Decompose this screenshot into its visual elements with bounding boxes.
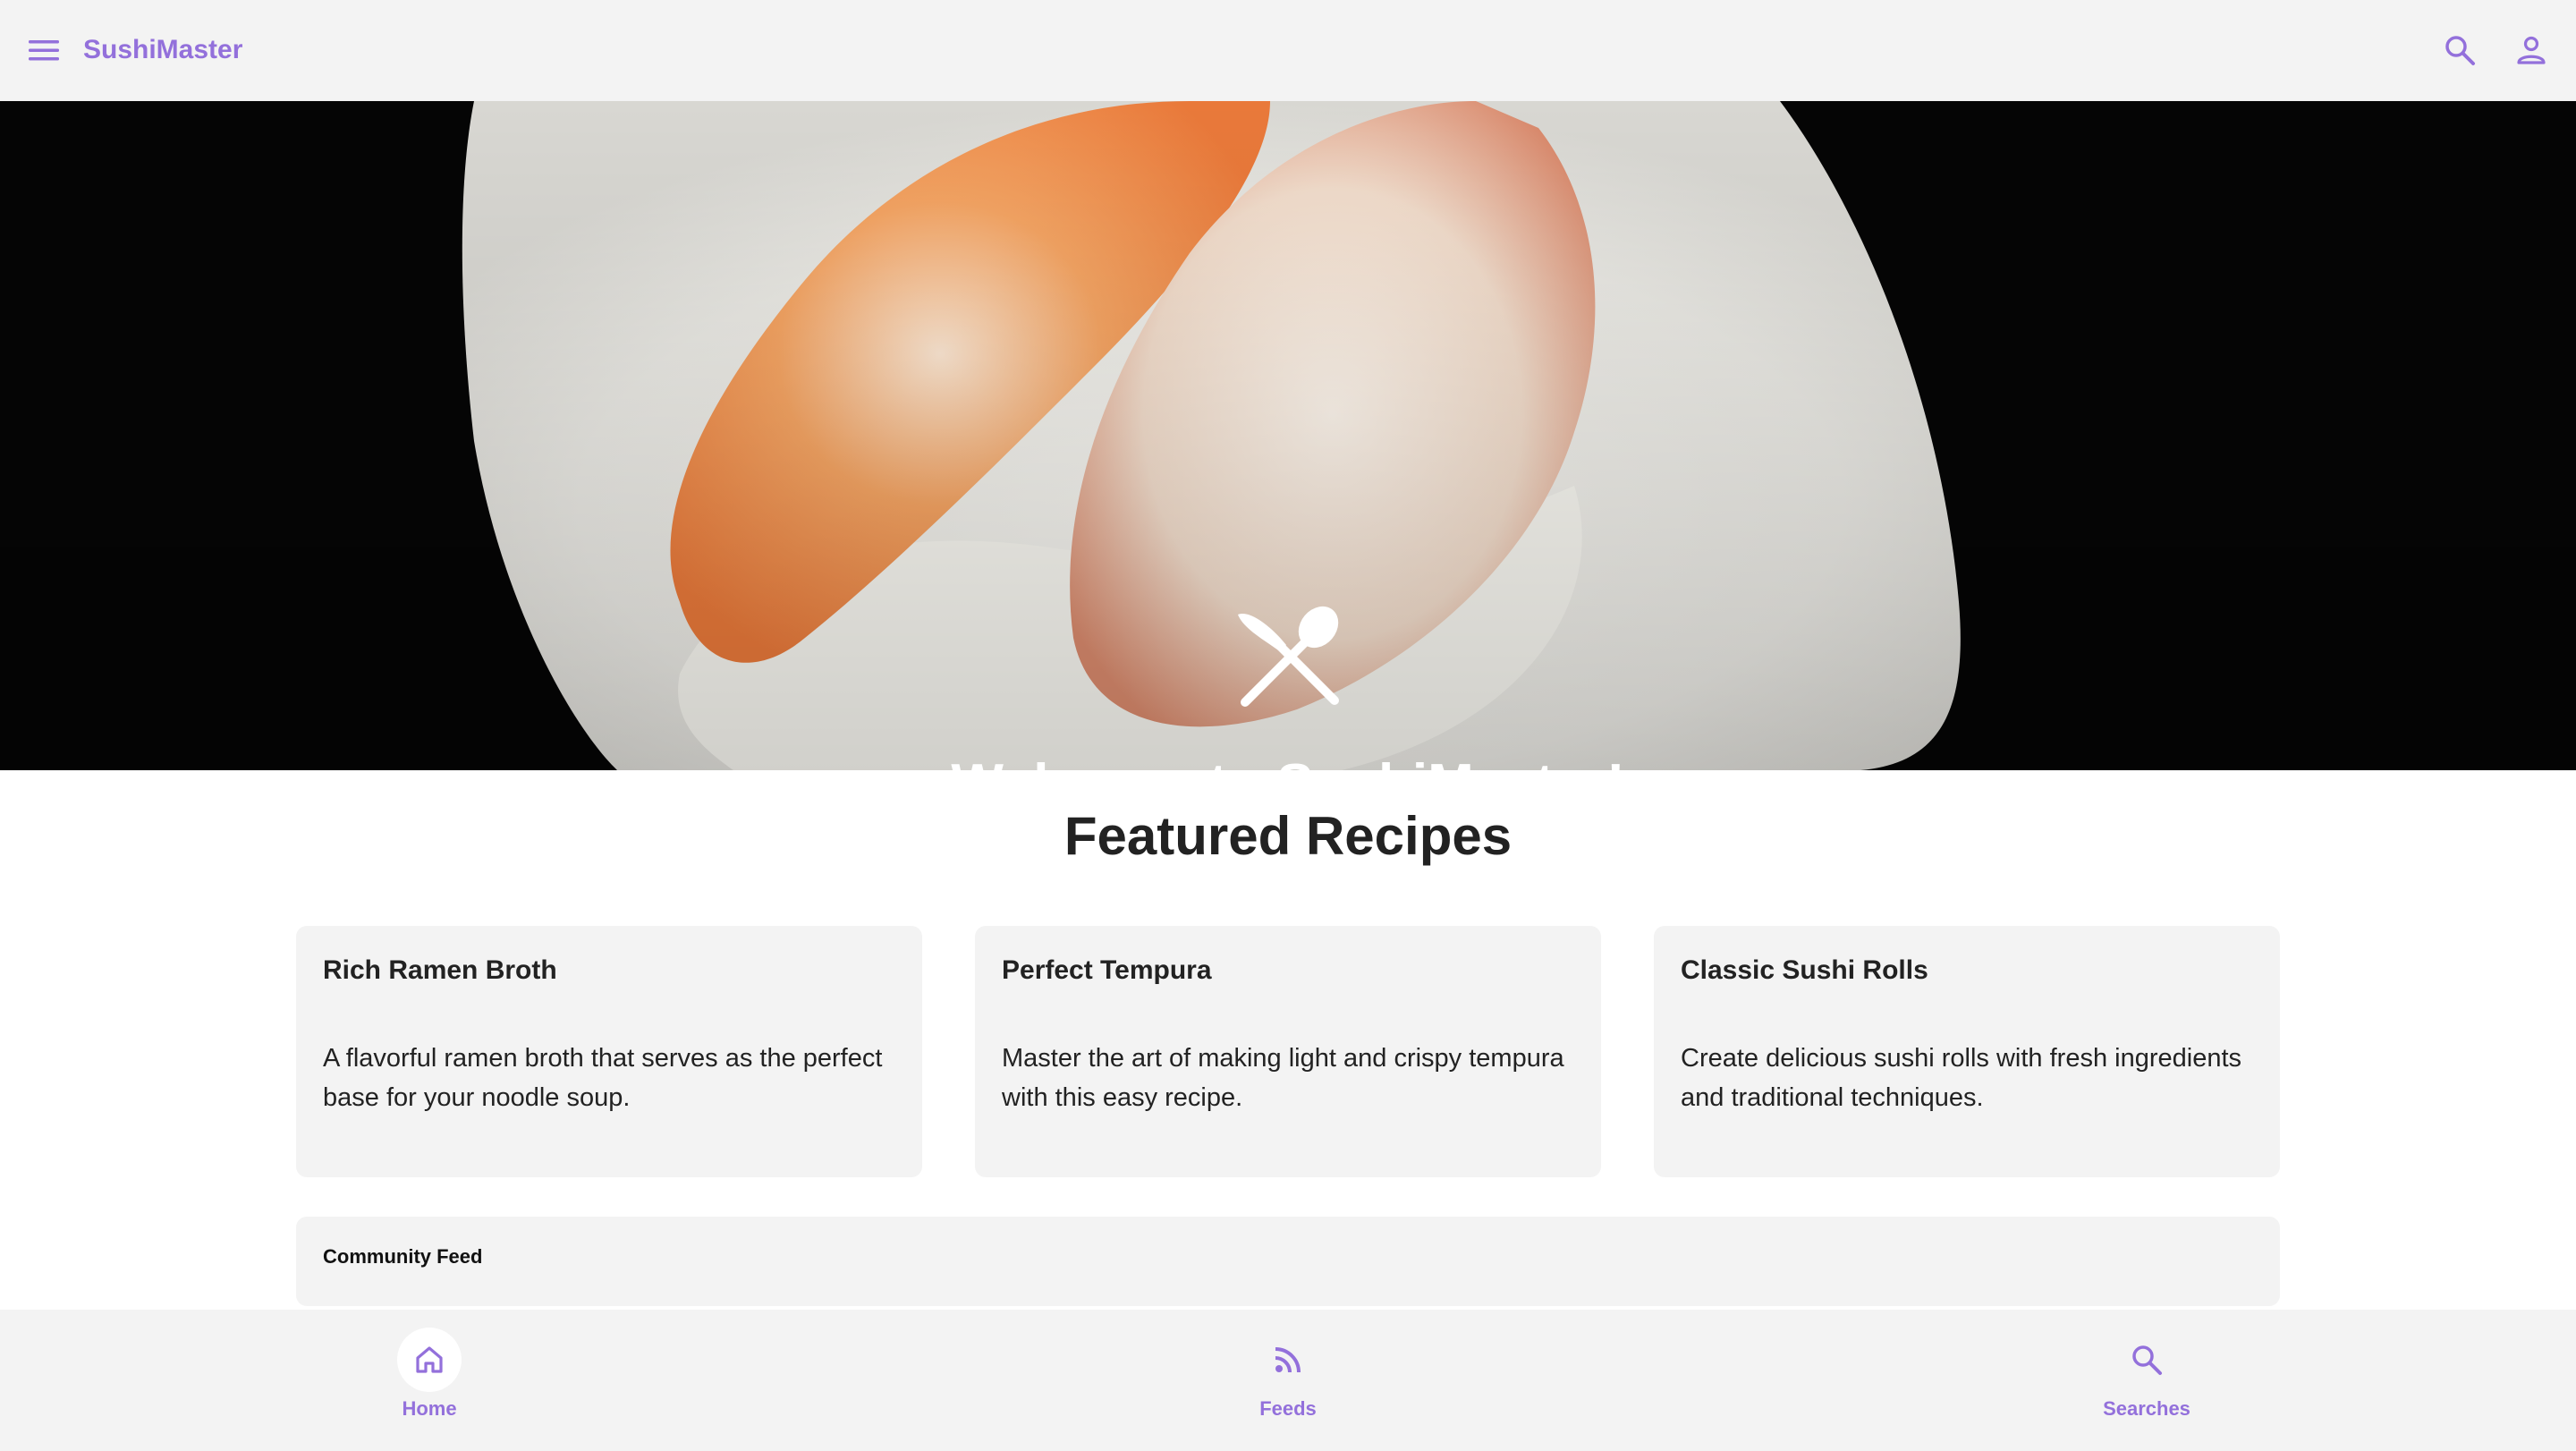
- featured-recipes-title: Featured Recipes: [1063, 806, 1513, 866]
- recipe-card-description: Create delicious sushi rolls with fresh …: [1681, 1044, 2242, 1112]
- search-button[interactable]: [2440, 30, 2479, 70]
- nav-icon-wrap: [1256, 1328, 1320, 1392]
- hero-banner: Welcome to SushiMaster!: [0, 101, 2576, 770]
- app-title[interactable]: SushiMaster: [83, 34, 242, 66]
- recipe-card[interactable]: Rich Ramen Broth A flavorful ramen broth…: [296, 926, 922, 1177]
- nav-item-feeds[interactable]: Feeds: [1199, 1328, 1377, 1435]
- search-icon: [2132, 1345, 2162, 1375]
- rss-feed-icon: [1275, 1347, 1301, 1373]
- nav-icon-wrap: [2114, 1328, 2179, 1392]
- nav-item-searches[interactable]: Searches: [2057, 1328, 2236, 1435]
- welcome-heading: Welcome to SushiMaster!: [0, 752, 2576, 770]
- recipe-card-description: Master the art of making light and crisp…: [1002, 1044, 1564, 1112]
- recipe-card-title: Perfect Tempura: [1002, 955, 1212, 985]
- menu-icon: [29, 40, 59, 61]
- bottom-navigation: Home Feeds Searches: [0, 1310, 2576, 1451]
- fork-spoon-icon: [1238, 606, 1339, 707]
- recipe-card-title: Classic Sushi Rolls: [1681, 955, 1928, 985]
- recipe-card[interactable]: Classic Sushi Rolls Create delicious sus…: [1654, 926, 2280, 1177]
- top-app-bar: SushiMaster: [0, 0, 2576, 101]
- account-button[interactable]: [2512, 30, 2551, 70]
- menu-button[interactable]: [29, 34, 61, 66]
- person-icon: [2517, 36, 2546, 64]
- nav-item-home[interactable]: Home: [340, 1328, 519, 1435]
- nav-label-home: Home: [402, 1397, 457, 1420]
- nav-label-searches: Searches: [2103, 1397, 2190, 1420]
- community-feed: Community Feed: [296, 1217, 2280, 1306]
- recipe-card[interactable]: Perfect Tempura Master the art of making…: [975, 926, 1601, 1177]
- search-icon: [2445, 36, 2475, 65]
- community-feed-title: Community Feed: [323, 1245, 483, 1268]
- nav-active-indicator: [397, 1328, 462, 1392]
- nav-label-feeds: Feeds: [1259, 1397, 1317, 1420]
- recipe-card-description: A flavorful ramen broth that serves as t…: [323, 1044, 883, 1112]
- recipe-card-title: Rich Ramen Broth: [323, 955, 557, 985]
- home-icon: [416, 1346, 443, 1373]
